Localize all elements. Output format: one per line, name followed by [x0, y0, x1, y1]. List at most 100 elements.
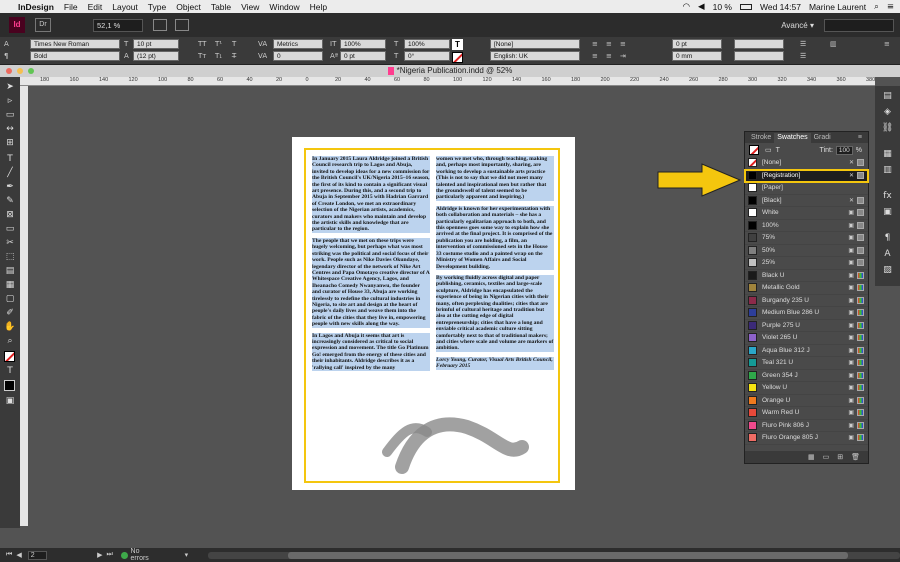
formatting-container-icon[interactable]: ▭ — [765, 146, 772, 154]
swatch-row[interactable]: Fluro Pink 806 J ▣ — [745, 420, 868, 432]
menu-edit[interactable]: Edit — [88, 2, 103, 12]
note-tool-icon[interactable]: ▢ — [3, 293, 17, 305]
stroke-panel-icon[interactable]: ▦ — [881, 148, 894, 160]
pen-tool-icon[interactable]: ✒ — [3, 181, 17, 193]
content-collector-icon[interactable]: ⊞ — [3, 137, 17, 149]
formatting-text-swatch-icon[interactable]: T — [776, 147, 780, 154]
menu-layout[interactable]: Layout — [112, 2, 138, 12]
page-number-field[interactable]: 2 — [27, 550, 48, 560]
tab-gradient[interactable]: Gradi — [811, 133, 834, 143]
swatch-row-registration[interactable]: [Registration] ✕ — [744, 168, 869, 183]
layers-panel-icon[interactable]: ◈ — [881, 106, 894, 118]
gradient-feather-tool-icon[interactable]: ▦ — [3, 279, 17, 291]
type-tool-icon[interactable]: T — [3, 153, 17, 165]
paragraph-styles-panel-icon[interactable]: ¶ — [881, 232, 894, 244]
preflight-ok-icon[interactable] — [120, 551, 128, 559]
menu-window[interactable]: Window — [269, 2, 299, 12]
font-family-field[interactable]: Times New Roman — [30, 39, 120, 49]
close-window-icon[interactable] — [6, 68, 12, 74]
next-page-icon[interactable]: ▶ — [97, 551, 102, 559]
gradient-tool-icon[interactable]: ▤ — [3, 265, 17, 277]
workspace-switcher[interactable]: Avancé ▾ — [781, 21, 814, 30]
swatch-row[interactable]: Burgandy 235 U ▣ — [745, 295, 868, 307]
first-page-icon[interactable]: ⏮ — [6, 551, 12, 559]
menu-object[interactable]: Object — [176, 2, 201, 12]
swatch-row[interactable]: Metallic Gold ▣ — [745, 282, 868, 295]
minimize-window-icon[interactable] — [17, 68, 23, 74]
page-tool-icon[interactable]: ▭ — [3, 109, 17, 121]
menu-view[interactable]: View — [241, 2, 259, 12]
baseline-shift-field[interactable]: 0 pt — [340, 51, 386, 61]
swatch-row[interactable]: Aqua Blue 312 J ▣ — [745, 345, 868, 357]
horizontal-ruler[interactable]: 180 160 140 120 100 80 60 40 20 0 20 40 60 80 100 120 14… — [20, 77, 875, 86]
font-size-field[interactable]: 10 pt — [133, 39, 179, 49]
effects-panel-icon[interactable]: fx — [881, 190, 894, 202]
swatch-row[interactable]: [Paper] — [745, 182, 868, 195]
screen-mode-tool-icon[interactable]: ▣ — [3, 395, 17, 407]
align-right-icon[interactable]: ≡ — [620, 40, 626, 48]
leading-field[interactable]: (12 pt) — [133, 51, 179, 61]
swatch-row[interactable]: Green 354 J ▣ — [745, 370, 868, 382]
tracking-field[interactable]: 0 — [273, 51, 323, 61]
swatches-panel-icon[interactable]: ▥ — [881, 164, 894, 176]
swatch-row[interactable]: Violet 265 U ▣ — [745, 332, 868, 345]
indent-icon[interactable]: ⇥ — [620, 52, 626, 60]
bullets-icon[interactable]: ☰ — [800, 40, 806, 48]
search-icon[interactable]: ⌕ — [874, 2, 879, 12]
pages-panel-icon[interactable]: ▤ — [881, 90, 894, 102]
swatch-row[interactable]: 25% ▣ — [745, 257, 868, 270]
new-color-group-icon[interactable]: ▭ — [823, 453, 830, 461]
justify-icon[interactable]: ≡ — [592, 52, 598, 60]
list-icon[interactable]: ≡ — [887, 2, 894, 12]
preflight-status[interactable]: No errors — [131, 548, 159, 562]
apply-color-icon[interactable] — [4, 380, 15, 391]
control-menu-icon[interactable]: ≡ — [884, 40, 890, 48]
rectangle-tool-icon[interactable]: ▭ — [3, 223, 17, 235]
font-style-field[interactable]: Bold — [30, 51, 120, 61]
zoom-tool-icon[interactable]: ⌕ — [3, 335, 17, 347]
swatch-row[interactable]: White ▣ — [745, 207, 868, 220]
volume-icon[interactable]: ◀ — [698, 2, 705, 12]
last-page-icon[interactable]: ⏭ — [106, 551, 112, 559]
new-swatch-icon[interactable]: ⊞ — [837, 453, 843, 461]
swatch-row[interactable]: 50% ▣ — [745, 245, 868, 257]
fill-stroke-swatch-icon[interactable] — [749, 145, 759, 155]
columns-icon[interactable]: ▥ — [830, 40, 837, 48]
screen-mode-icon[interactable] — [153, 19, 167, 31]
justify-all-icon[interactable]: ≡ — [606, 52, 612, 60]
underline-icon[interactable]: T — [232, 40, 236, 48]
character-style-field[interactable]: [None] — [490, 39, 580, 49]
horizontal-scrollbar[interactable] — [208, 551, 900, 559]
swatch-row[interactable]: 75% ▣ — [745, 232, 868, 245]
space-after-field[interactable] — [734, 51, 784, 61]
menu-type[interactable]: Type — [148, 2, 166, 12]
line-tool-icon[interactable]: ╱ — [3, 167, 17, 179]
zoom-level-field[interactable]: 52,1 % — [93, 18, 143, 32]
scissors-tool-icon[interactable]: ✂ — [3, 237, 17, 249]
scroll-thumb[interactable] — [288, 551, 849, 559]
preflight-menu-icon[interactable]: ▾ — [185, 551, 189, 559]
menu-help[interactable]: Help — [310, 2, 327, 12]
swatch-row[interactable]: Fluro Orange 805 J ▣ — [745, 432, 868, 445]
zoom-window-icon[interactable] — [28, 68, 34, 74]
space-before-field[interactable] — [734, 39, 784, 49]
panel-menu-icon[interactable]: ≡ — [855, 133, 865, 143]
swatch-row[interactable]: Orange U ▣ — [745, 395, 868, 407]
swatch-row[interactable]: Medium Blue 286 U ▣ — [745, 307, 868, 320]
char-format-icon[interactable]: A — [4, 40, 9, 48]
vertical-scale-field[interactable]: 100% — [340, 39, 386, 49]
arrange-icon[interactable] — [175, 19, 189, 31]
fill-text-icon[interactable]: T — [452, 39, 463, 50]
pencil-tool-icon[interactable]: ✎ — [3, 195, 17, 207]
text-wrap-panel-icon[interactable]: ▨ — [881, 264, 894, 276]
rectangle-frame-tool-icon[interactable]: ⊠ — [3, 209, 17, 221]
show-all-swatches-icon[interactable]: ▦ — [808, 453, 815, 461]
menu-table[interactable]: Table — [211, 2, 231, 12]
hand-tool-icon[interactable]: ✋ — [3, 321, 17, 333]
formatting-text-icon[interactable]: T — [3, 365, 17, 377]
vertical-ruler[interactable] — [20, 86, 28, 526]
bridge-button[interactable]: Dr — [35, 18, 51, 32]
character-styles-panel-icon[interactable]: A — [881, 248, 894, 260]
links-panel-icon[interactable]: ⛓ — [881, 122, 894, 134]
search-field[interactable] — [824, 18, 894, 32]
